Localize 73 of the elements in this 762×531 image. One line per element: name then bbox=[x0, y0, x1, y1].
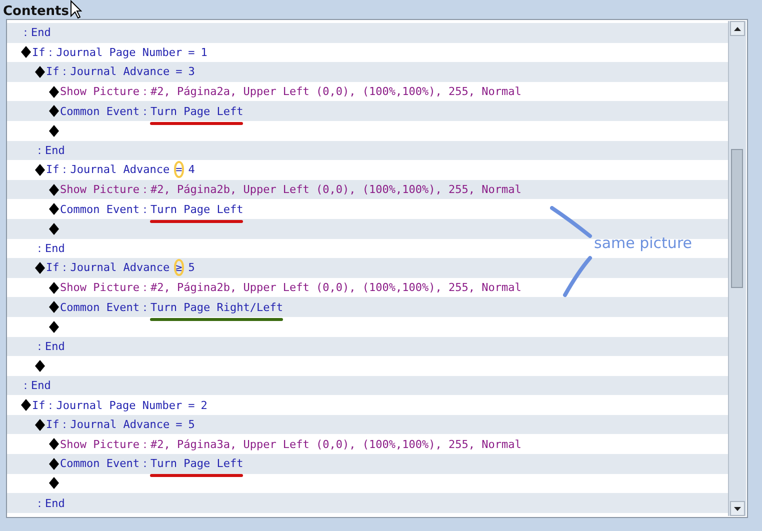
end-text: ：End bbox=[20, 25, 51, 40]
diamond-icon bbox=[48, 456, 60, 471]
condition-value: 5 bbox=[188, 418, 195, 432]
annotation-text: same picture bbox=[594, 234, 692, 252]
condition-operator: ≥ bbox=[176, 261, 182, 274]
command-parameters: Turn Page Left bbox=[150, 104, 244, 118]
command-name: If： bbox=[46, 162, 70, 178]
diamond-icon bbox=[48, 104, 60, 118]
command-name: Common Event： bbox=[60, 456, 150, 472]
down-arrow-icon bbox=[734, 506, 741, 510]
diamond-icon bbox=[48, 476, 60, 490]
command-parameters: #2, Página2b, Upper Left (0,0), (100%,100%), 255, Normal bbox=[150, 183, 522, 196]
condition-variable: Journal Page Number bbox=[56, 398, 182, 412]
diamond-icon bbox=[34, 64, 46, 79]
diamond-icon bbox=[34, 358, 46, 373]
scroll-thumb[interactable] bbox=[731, 149, 743, 288]
end-text: ：End bbox=[34, 496, 65, 511]
command-name: Common Event： bbox=[60, 300, 150, 315]
condition-value: 2 bbox=[200, 398, 208, 412]
condition-variable: Journal Advance bbox=[70, 65, 170, 78]
diamond-icon bbox=[48, 320, 60, 334]
condition-operator: = bbox=[176, 418, 182, 432]
command-name: Common Event： bbox=[60, 202, 150, 217]
condition-value: 4 bbox=[188, 163, 195, 176]
command-parameters: #2, Página2b, Upper Left (0,0), (100%,100%), 255, Normal bbox=[150, 281, 522, 294]
command-parameters: Turn Page Right/Left bbox=[150, 300, 283, 314]
end-text: ：End bbox=[20, 378, 51, 393]
condition-operator: = bbox=[188, 398, 195, 412]
command-name: Show Picture： bbox=[60, 436, 150, 452]
condition-variable: Journal Advance bbox=[70, 163, 170, 176]
command-name: If： bbox=[46, 417, 70, 432]
scroll-down-button[interactable] bbox=[730, 501, 745, 516]
command-name: Show Picture： bbox=[60, 84, 150, 100]
diamond-icon bbox=[20, 398, 32, 412]
diamond-icon bbox=[48, 222, 60, 236]
end-text: ：End bbox=[34, 142, 65, 158]
condition-value: 5 bbox=[188, 261, 195, 274]
condition-operator: = bbox=[176, 65, 182, 78]
diamond-icon bbox=[34, 418, 46, 432]
diamond-icon bbox=[48, 280, 60, 295]
diamond-icon bbox=[48, 124, 60, 138]
condition-variable: Journal Advance bbox=[70, 261, 170, 274]
diamond-icon bbox=[48, 202, 60, 216]
command-name: Show Picture： bbox=[60, 182, 150, 198]
panel-title: Contents bbox=[2, 3, 70, 21]
end-text: ：End bbox=[34, 240, 65, 256]
command-name: If： bbox=[32, 398, 56, 413]
diamond-icon bbox=[20, 45, 32, 60]
diamond-icon bbox=[34, 260, 46, 275]
command-parameters: #2, Página2a, Upper Left (0,0), (100%,100%), 255, Normal bbox=[150, 85, 522, 98]
condition-value: 1 bbox=[200, 46, 208, 59]
diamond-icon bbox=[34, 162, 46, 177]
diamond-icon bbox=[48, 84, 60, 99]
scroll-up-button[interactable] bbox=[730, 21, 745, 36]
diamond-icon bbox=[48, 300, 60, 314]
condition-variable: Journal Advance bbox=[70, 418, 170, 432]
vertical-scrollbar[interactable] bbox=[728, 21, 746, 516]
condition-operator: = bbox=[188, 46, 195, 59]
command-parameters: #2, Página3a, Upper Left (0,0), (100%,100%), 255, Normal bbox=[150, 438, 522, 451]
condition-value: 3 bbox=[188, 65, 195, 78]
command-name: If： bbox=[46, 64, 70, 80]
condition-variable: Journal Page Number bbox=[56, 46, 182, 59]
command-name: Common Event： bbox=[60, 104, 150, 119]
command-name: If： bbox=[46, 260, 70, 276]
condition-operator: = bbox=[176, 163, 182, 176]
up-arrow-icon bbox=[734, 26, 741, 30]
end-text: ：End bbox=[34, 338, 65, 354]
command-parameters: Turn Page Left bbox=[150, 457, 244, 470]
command-parameters: Turn Page Left bbox=[150, 202, 244, 216]
diamond-icon bbox=[48, 437, 60, 452]
diamond-icon bbox=[48, 182, 60, 197]
command-name: Show Picture： bbox=[60, 280, 150, 296]
command-name: If： bbox=[32, 44, 56, 60]
